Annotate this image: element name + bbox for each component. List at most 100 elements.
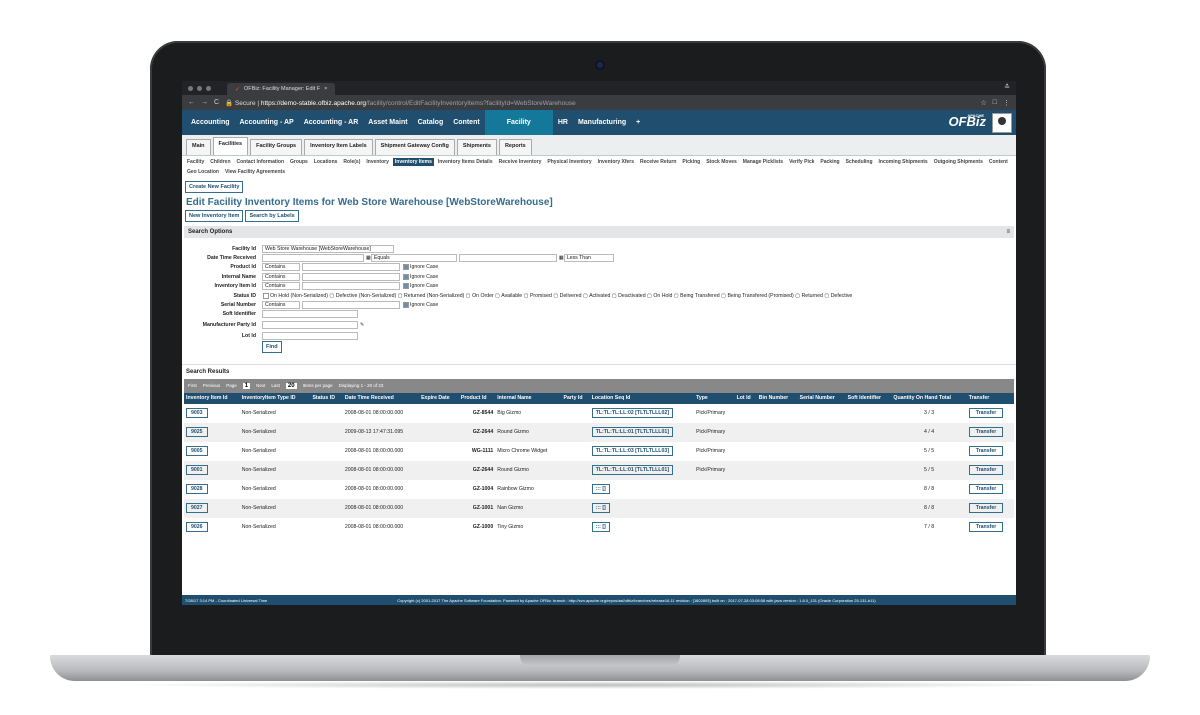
bookmark-star-icon[interactable]: ☆	[980, 99, 986, 107]
pager-last[interactable]: Last	[271, 383, 280, 388]
nav-more[interactable]: +	[631, 119, 645, 126]
col-inventory-item-id[interactable]: Inventory Item Id	[184, 392, 240, 404]
btn-inventory-items[interactable]: Inventory Items	[392, 158, 434, 166]
transfer-button[interactable]: Transfer	[968, 522, 1004, 533]
inventory-item-link[interactable]: 9026	[186, 522, 208, 533]
internal-op-select[interactable]: Contains	[262, 272, 300, 281]
tab-inventory-item-labels[interactable]: Inventory Item Labels	[304, 139, 373, 155]
lot-id-field[interactable]	[262, 331, 358, 340]
btn-incoming-shipments[interactable]: Incoming Shipments	[877, 158, 930, 166]
btn-content[interactable]: Content	[987, 158, 1010, 166]
inv-item-op-select[interactable]: Contains	[262, 282, 300, 291]
transfer-button[interactable]: Transfer	[968, 503, 1004, 514]
url-field[interactable]: 🔒 Secure | https://demo-stable.ofbiz.apa…	[225, 99, 576, 107]
window-controls[interactable]	[182, 86, 217, 95]
btn-verify-pick[interactable]: Verify Pick	[787, 158, 816, 166]
btn-facility[interactable]: Facility	[185, 158, 206, 166]
manufacturer-party-id-field[interactable]	[262, 321, 358, 330]
btn-packing[interactable]: Packing	[818, 158, 841, 166]
inventory-item-link[interactable]: 9028	[186, 484, 208, 495]
btn-physical-inventory[interactable]: Physical Inventory	[545, 158, 593, 166]
date-to-op-select[interactable]: Less Than	[563, 254, 614, 263]
facility-id-field[interactable]: Web Store Warehouse [WebStoreWarehouse]	[262, 244, 394, 253]
nav-catalog[interactable]: Catalog	[413, 119, 449, 126]
btn-view-facility-agreements[interactable]: View Facility Agreements	[223, 168, 287, 176]
pager-next[interactable]: Next	[256, 383, 265, 388]
serial-ignore-case-checkbox[interactable]	[403, 302, 409, 309]
nav-accounting-ar[interactable]: Accounting - AR	[299, 119, 364, 126]
nav-hr[interactable]: HR	[553, 119, 573, 126]
nav-accounting[interactable]: Accounting	[186, 119, 235, 126]
forward-icon[interactable]: →	[201, 99, 208, 106]
btn-groups[interactable]: Groups	[288, 158, 310, 166]
status-checkbox[interactable]	[263, 292, 269, 299]
inv-item-ignore-case-checkbox[interactable]	[403, 283, 409, 290]
menu-icon[interactable]: ⋮	[1003, 99, 1010, 107]
location-link[interactable]: ::: []	[591, 503, 610, 514]
status-options[interactable]: On Hold (Non-Serialized) ▢ Defective (No…	[270, 293, 852, 299]
btn-contact-information[interactable]: Contact Information	[235, 158, 287, 166]
tab-facility-groups[interactable]: Facility Groups	[250, 139, 303, 155]
btn-inventory[interactable]: Inventory	[364, 158, 391, 166]
browser-tab[interactable]: ✓ OFBiz: Facility Manager: Edit F ×	[227, 83, 336, 95]
location-link[interactable]: TL:TL:TL:LL:02 [TLTLTLLL02]	[591, 408, 673, 419]
product-op-select[interactable]: Contains	[262, 263, 300, 272]
nav-facility[interactable]: Facility	[484, 110, 553, 135]
product-ignore-case-checkbox[interactable]	[403, 264, 409, 271]
location-link[interactable]: TL:TL:TL:LL:01 [TLTLTLLL01]	[591, 465, 673, 476]
col-location-seq-id[interactable]: Location Seq Id	[589, 392, 695, 404]
nav-manufacturing[interactable]: Manufacturing	[573, 119, 631, 126]
col-type[interactable]: Type	[694, 392, 735, 404]
tab-reports[interactable]: Reports	[498, 139, 532, 155]
pager-per-page[interactable]: 20	[285, 382, 297, 389]
col-bin-number[interactable]: Bin Number	[756, 392, 798, 404]
inventory-item-link[interactable]: 9027	[186, 503, 208, 514]
btn-scheduling[interactable]: Scheduling	[844, 158, 875, 166]
lookup-icon[interactable]: ✎	[360, 322, 364, 328]
date-op-select[interactable]: Equals	[370, 254, 457, 263]
inventory-item-id-field[interactable]	[302, 282, 400, 291]
find-button[interactable]: Find	[262, 341, 282, 354]
avatar[interactable]	[992, 113, 1012, 133]
btn-locations[interactable]: Locations	[312, 158, 340, 166]
col-expire-date[interactable]: Expire Date	[419, 392, 459, 404]
btn-children[interactable]: Children	[208, 158, 232, 166]
reload-icon[interactable]: C	[214, 99, 219, 106]
col-internal-name[interactable]: Internal Name	[495, 392, 562, 404]
transfer-button[interactable]: Transfer	[968, 427, 1004, 438]
tab-close-icon[interactable]: ×	[324, 86, 327, 92]
back-icon[interactable]: ←	[188, 99, 195, 106]
btn-receive-inventory[interactable]: Receive Inventory	[497, 158, 544, 166]
tab-facilities[interactable]: Facilities	[212, 137, 249, 155]
extensions-icon[interactable]: □	[993, 99, 997, 107]
user-icon[interactable]: ≛	[1004, 83, 1010, 91]
nav-content[interactable]: Content	[448, 119, 484, 126]
pager-page-number[interactable]: 1	[242, 382, 251, 389]
col-serial-number[interactable]: Serial Number	[797, 392, 846, 404]
btn-outgoing-shipments[interactable]: Outgoing Shipments	[932, 158, 985, 166]
nav-asset-maint[interactable]: Asset Maint	[363, 119, 412, 126]
new-inventory-item-button[interactable]: New Inventory Item	[185, 210, 244, 222]
inventory-item-link[interactable]: 9025	[186, 427, 208, 438]
product-id-field[interactable]	[302, 263, 400, 272]
tab-shipment-gateway-config[interactable]: Shipment Gateway Config	[374, 139, 455, 155]
internal-ignore-case-checkbox[interactable]	[403, 273, 409, 280]
location-link[interactable]: ::: []	[591, 522, 610, 533]
collapse-icon[interactable]: ≡	[1006, 229, 1010, 235]
col-quantity[interactable]: Quantity On Hand Total	[891, 392, 967, 404]
pager-first[interactable]: First	[188, 383, 197, 388]
btn-receive-return[interactable]: Receive Return	[638, 158, 678, 166]
col-status-id[interactable]: Status ID	[310, 392, 343, 404]
btn-manage-picklists[interactable]: Manage Picklists	[741, 158, 785, 166]
transfer-button[interactable]: Transfer	[968, 465, 1004, 476]
col-date-received[interactable]: Date Time Received	[342, 392, 420, 404]
transfer-button[interactable]: Transfer	[968, 484, 1004, 495]
col-party-id[interactable]: Party Id	[561, 392, 590, 404]
tab-main[interactable]: Main	[186, 139, 211, 155]
nav-accounting-ap[interactable]: Accounting - AP	[235, 119, 299, 126]
serial-op-select[interactable]: Contains	[262, 301, 300, 310]
date-from-field[interactable]	[262, 254, 364, 263]
btn-geo-location[interactable]: Geo Location	[185, 168, 221, 176]
date-to-field[interactable]	[458, 254, 557, 263]
inventory-item-link[interactable]: 9003	[186, 408, 208, 419]
